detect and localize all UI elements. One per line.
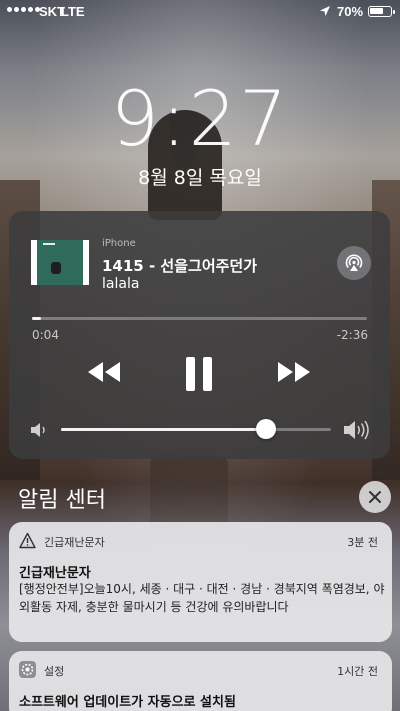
rewind-icon <box>88 362 120 382</box>
playback-progress-fill <box>32 317 42 320</box>
lock-screen-time: 9:27 <box>110 74 290 163</box>
playback-source: iPhone <box>102 238 136 249</box>
now-playing-widget: iPhone 1415 - 선을그어주던가 lalala 0:04 -2:36 <box>9 211 390 459</box>
signal-dots-icon <box>7 7 40 12</box>
airplay-button[interactable] <box>337 246 371 280</box>
notification-emergency-alert[interactable]: 긴급재난문자 3분 전 긴급재난문자 [행정안전부]오늘10시, 세종 · 대구… <box>9 522 392 642</box>
fast-forward-button[interactable] <box>277 361 311 387</box>
rewind-button[interactable] <box>87 361 121 387</box>
time-elapsed: 0:04 <box>32 328 59 342</box>
pause-button[interactable] <box>184 356 214 396</box>
notification-settings-update[interactable]: 설정 1시간 전 소프트웨어 업데이트가 자동으로 설치됨 <box>9 651 392 711</box>
track-artist: lalala <box>102 276 140 292</box>
playback-scrubber[interactable] <box>32 317 367 320</box>
battery-fill <box>370 8 384 14</box>
notification-title: 소프트웨어 업데이트가 자동으로 설치됨 <box>19 695 236 710</box>
volume-knob[interactable] <box>256 419 277 439</box>
battery-icon <box>368 6 395 17</box>
volume-low-icon <box>31 423 45 437</box>
notification-body: [행정안전부]오늘10시, 세종 · 대구 · 대전 · 경남 · 경북지역 폭… <box>19 582 385 614</box>
volume-fill <box>61 428 267 431</box>
network-type-label: LTE <box>61 4 85 19</box>
notification-time: 3분 전 <box>347 536 378 549</box>
time-remaining: -2:36 <box>336 328 368 342</box>
settings-gear-icon <box>19 661 36 678</box>
notification-app-name: 설정 <box>44 665 65 678</box>
location-arrow-icon <box>320 6 330 16</box>
notification-header: 설정 1시간 전 <box>9 651 392 687</box>
battery-percent: 70% <box>337 4 364 19</box>
volume-slider[interactable] <box>61 419 331 439</box>
track-title: 1415 - 선을그어주던가 <box>102 257 258 275</box>
warning-icon <box>19 532 36 549</box>
status-bar: SKT LTE 70% <box>0 0 400 24</box>
notification-center-title: 알림 센터 <box>18 488 106 513</box>
notification-time: 1시간 전 <box>337 665 378 678</box>
notification-app-name: 긴급재난문자 <box>44 536 105 549</box>
notification-title: 긴급재난문자 <box>19 566 91 581</box>
lock-screen-date: 8월 8일 목요일 <box>138 167 262 189</box>
volume-high-icon <box>344 420 369 440</box>
pause-icon <box>186 357 212 391</box>
airplay-icon <box>345 254 363 271</box>
notification-center-close-button[interactable] <box>359 481 391 513</box>
album-art[interactable] <box>31 240 89 285</box>
fast-forward-icon <box>278 362 310 382</box>
notification-header: 긴급재난문자 3분 전 <box>9 522 392 558</box>
close-icon <box>369 491 381 503</box>
